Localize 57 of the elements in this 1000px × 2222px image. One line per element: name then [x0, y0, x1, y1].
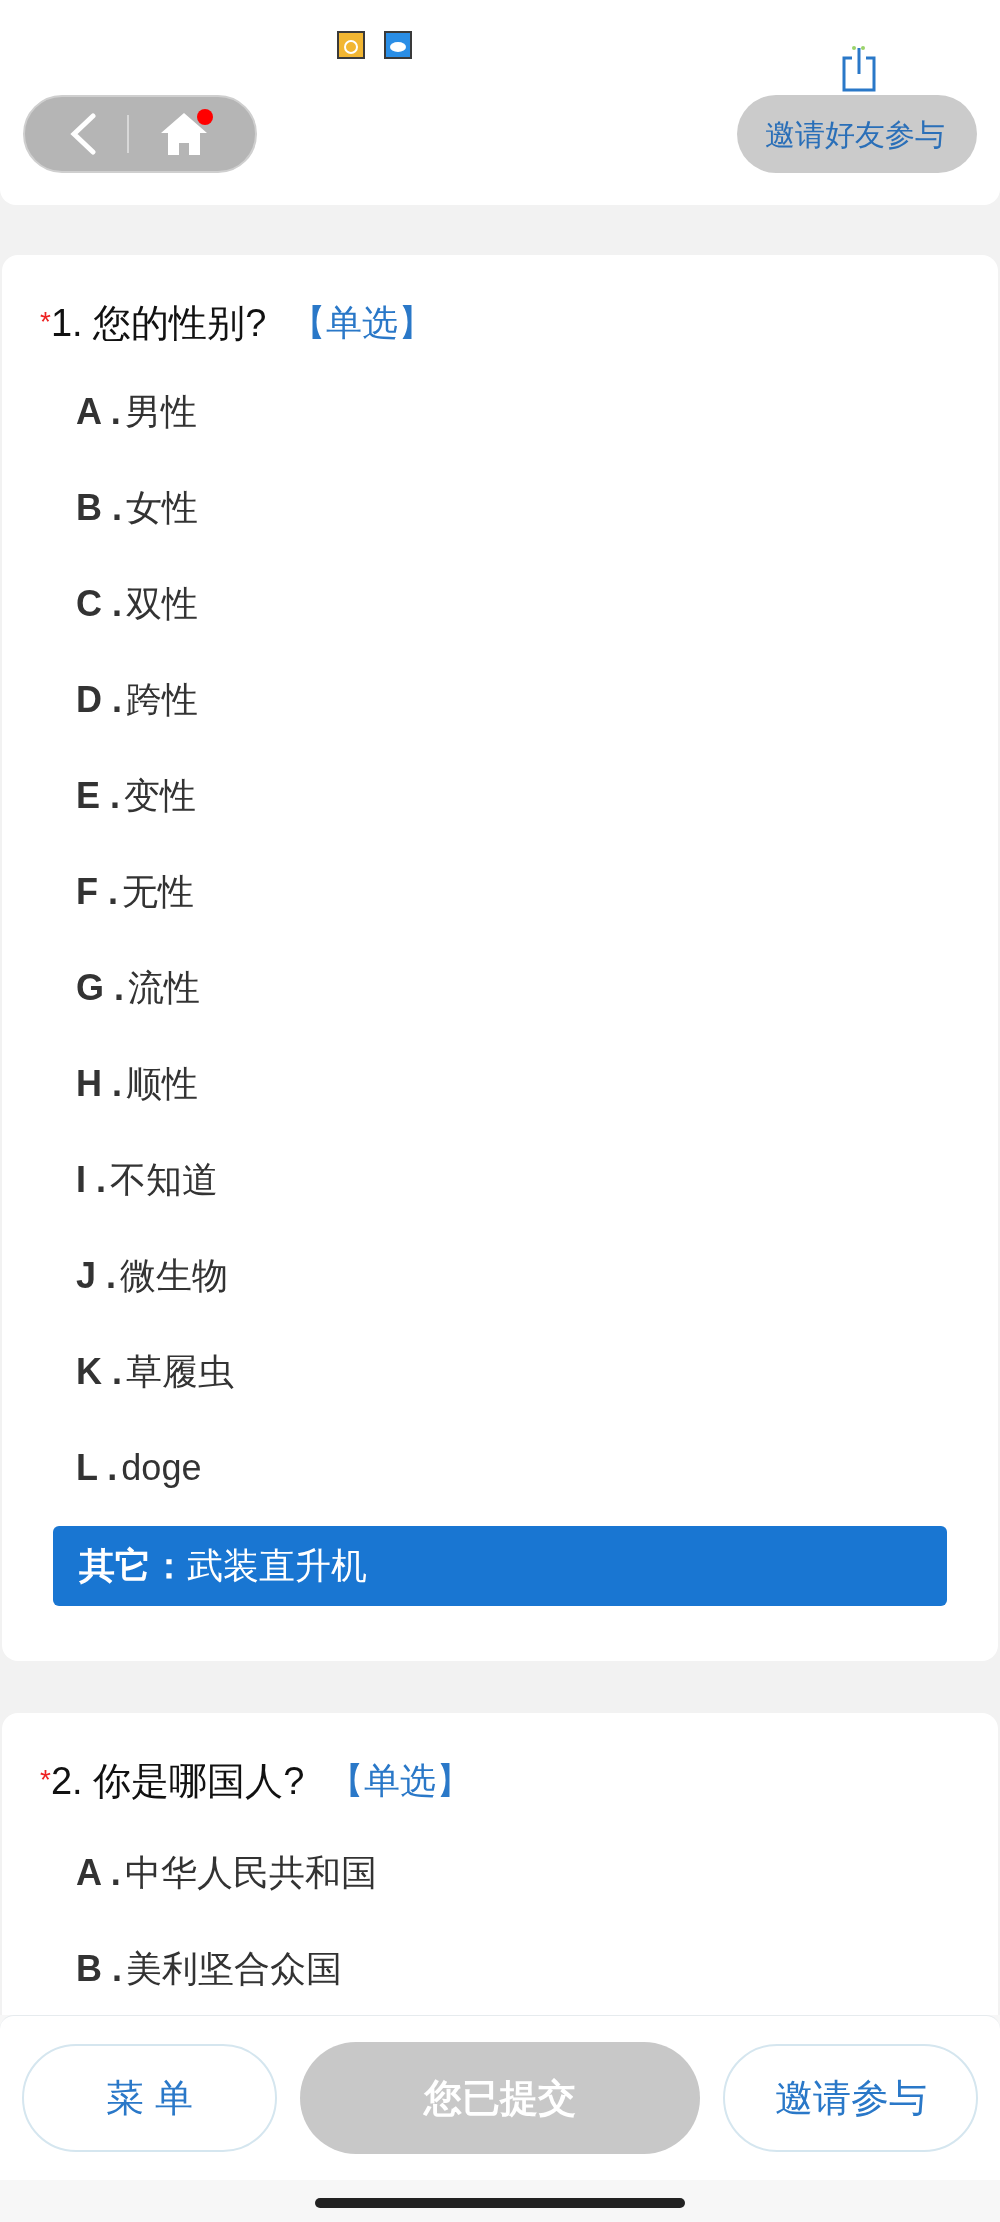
bottom-button[interactable]: 邀请参与: [723, 2044, 978, 2152]
other-option[interactable]: 其它：武装直升机: [53, 1526, 947, 1606]
other-value: 武装直升机: [187, 1544, 367, 1588]
option-item[interactable]: J .微生物: [52, 1228, 948, 1324]
option-text: 顺性: [126, 1062, 198, 1106]
option-text: 中华人民共和国: [124, 1851, 377, 1895]
option-item[interactable]: C .双性: [52, 556, 948, 652]
app-icon[interactable]: [337, 31, 365, 59]
option-item[interactable]: B .女性: [52, 460, 948, 556]
option-letter: E .: [76, 774, 120, 818]
option-text: 女性: [126, 486, 198, 530]
required-mark: *: [40, 305, 51, 339]
home-icon[interactable]: [159, 111, 209, 157]
option-letter: K .: [76, 1350, 122, 1394]
option-letter: A .: [76, 1851, 121, 1895]
option-text: 流性: [128, 966, 200, 1010]
option-letter: C .: [76, 582, 122, 626]
option-letter: B .: [76, 1947, 122, 1991]
option-item[interactable]: A .男性: [52, 364, 948, 460]
option-text: 无性: [122, 870, 194, 914]
option-text: 美利坚合众国: [126, 1947, 342, 1991]
cloud-icon[interactable]: [384, 31, 412, 59]
option-text: 男性: [124, 390, 197, 434]
question-type-tag: 【单选】: [328, 1754, 473, 1808]
option-letter: J .: [76, 1254, 117, 1298]
option-text: 微生物: [120, 1254, 229, 1298]
option-letter: F .: [76, 870, 118, 914]
question-title: 2. 你是哪国人?: [50, 1758, 305, 1804]
option-item[interactable]: I .不知道: [52, 1132, 948, 1228]
option-item[interactable]: L .doge: [52, 1420, 948, 1516]
share-icon[interactable]: [840, 44, 878, 92]
option-item[interactable]: E .变性: [52, 748, 948, 844]
question-title: 1. 您的性别?: [50, 300, 267, 346]
bottom-button[interactable]: 菜 单: [22, 2044, 277, 2152]
option-text: 草履虫: [126, 1350, 234, 1394]
option-item[interactable]: K .草履虫: [52, 1324, 948, 1420]
option-letter: A .: [76, 390, 121, 434]
option-letter: G .: [76, 966, 124, 1010]
option-letter: H .: [76, 1062, 122, 1106]
option-text: 不知道: [110, 1158, 218, 1202]
question-type-tag: 【单选】: [290, 296, 435, 350]
option-text: 跨性: [126, 678, 198, 722]
option-item[interactable]: D .跨性: [52, 652, 948, 748]
option-text: 双性: [126, 582, 198, 626]
other-label: 其它：: [79, 1544, 187, 1588]
option-text: doge: [121, 1446, 202, 1490]
option-letter: B .: [76, 486, 122, 530]
required-mark: *: [40, 1763, 51, 1797]
option-item[interactable]: B .美利坚合众国: [52, 1921, 948, 2017]
option-item[interactable]: F .无性: [52, 844, 948, 940]
option-letter: L .: [76, 1446, 118, 1490]
option-item[interactable]: H .顺性: [52, 1036, 948, 1132]
option-letter: D .: [76, 678, 122, 722]
option-letter: I .: [76, 1158, 106, 1202]
option-text: 变性: [124, 774, 196, 818]
option-item[interactable]: A .中华人民共和国: [52, 1825, 948, 1921]
option-item[interactable]: G .流性: [52, 940, 948, 1036]
